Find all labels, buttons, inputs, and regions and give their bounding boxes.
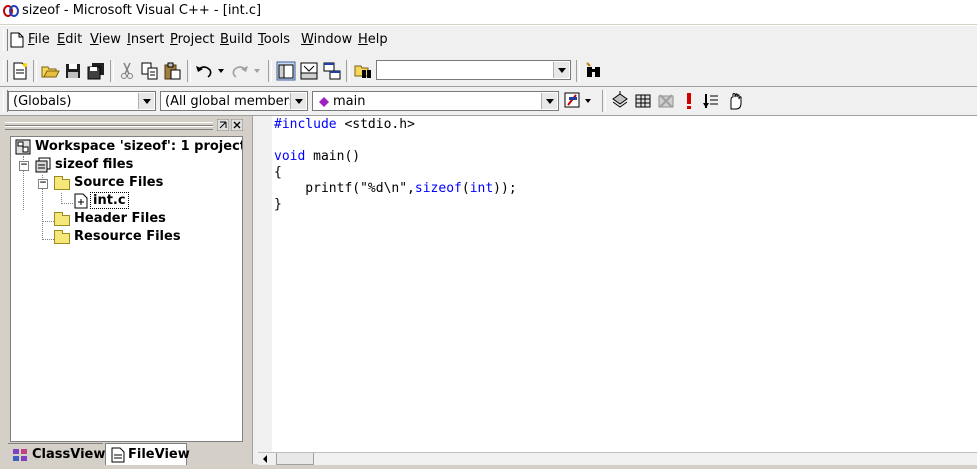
code-editor[interactable] [272, 116, 977, 452]
find-in-files-icon[interactable] [353, 61, 373, 81]
c-source-file-icon [74, 193, 88, 209]
close-icon[interactable] [231, 119, 243, 131]
menu-window[interactable]: Window [301, 32, 352, 47]
chevron-left-icon [263, 455, 267, 463]
tree-item-label: int.c [90, 192, 129, 209]
workspace-header [2, 118, 245, 132]
menu-bar: File Edit View Insert Project Build Tool… [0, 25, 977, 57]
project-icon [35, 157, 51, 173]
toolbar-separator [33, 60, 37, 82]
workspace-icon [15, 139, 31, 155]
toolbar-separator [576, 60, 580, 82]
toolbar-grip[interactable] [3, 60, 8, 82]
stop-build-icon[interactable] [656, 91, 676, 111]
open-folder-icon[interactable] [40, 61, 60, 81]
go-icon[interactable] [702, 91, 722, 111]
build-icon[interactable] [633, 91, 653, 111]
function-dropdown-arrow[interactable] [541, 93, 557, 109]
members-filter-combo[interactable]: (All global members [160, 91, 308, 111]
function-combo[interactable]: main [312, 91, 559, 111]
menu-view[interactable]: View [90, 32, 121, 47]
tree-item-label: Header Files [74, 211, 166, 226]
panel-splitter[interactable] [252, 116, 273, 464]
code-line-5[interactable]: } [274, 197, 282, 212]
menu-project[interactable]: Project [170, 32, 215, 47]
menu-file[interactable]: File [28, 32, 50, 47]
open-folder-icon [54, 176, 70, 190]
dock-toggle-icon[interactable] [217, 119, 229, 131]
collapse-icon[interactable]: − [19, 161, 29, 171]
find-combo[interactable] [376, 60, 571, 80]
code-line-1[interactable]: #include <stdio.h> [274, 117, 415, 132]
compile-icon[interactable] [610, 91, 630, 111]
toolbar-separator [346, 60, 350, 82]
document-icon[interactable] [10, 32, 24, 48]
cut-icon[interactable] [117, 61, 137, 81]
redo-icon[interactable] [230, 61, 262, 81]
method-diamond-icon [319, 97, 329, 107]
tree-line [61, 203, 73, 204]
tree-item-label: Resource Files [74, 229, 181, 244]
menu-insert[interactable]: Insert [127, 32, 164, 47]
menu-tools[interactable]: Tools [258, 32, 290, 47]
new-text-file-icon[interactable] [10, 61, 30, 81]
tab-fileview[interactable]: FileView [105, 443, 190, 465]
folder-icon [54, 230, 70, 244]
members-filter-dropdown-arrow[interactable] [290, 93, 306, 109]
toolbar-separator [187, 60, 191, 82]
toolbar-separator [602, 90, 606, 112]
tab-classview[interactable]: ClassView [8, 443, 105, 465]
class-view-icon [13, 449, 27, 461]
code-line-2[interactable]: void main() [274, 149, 360, 164]
execute-icon[interactable] [679, 91, 699, 111]
horizontal-scrollbar[interactable] [258, 452, 977, 465]
folder-icon [54, 212, 70, 226]
find-icon[interactable] [584, 61, 604, 81]
undo-icon[interactable] [194, 61, 226, 81]
window-list-icon[interactable] [322, 61, 342, 81]
menu-help[interactable]: Help [358, 32, 388, 47]
class-scope-dropdown-arrow[interactable] [138, 93, 154, 109]
workspace-toggle-icon[interactable] [276, 61, 296, 81]
scroll-left-arrow[interactable] [258, 453, 272, 465]
copy-icon[interactable] [140, 61, 160, 81]
toolbar-separator [110, 60, 114, 82]
standard-toolbar [0, 56, 977, 87]
tree-line [42, 221, 54, 222]
tree-line [42, 239, 54, 240]
breakpoint-icon[interactable] [725, 91, 745, 111]
collapse-icon[interactable]: − [38, 179, 48, 189]
tree-item-label: Workspace 'sizeof': 1 project(s [35, 139, 243, 154]
tree-item-label: sizeof files [55, 157, 134, 172]
toolbar-separator [268, 60, 272, 82]
file-view-icon [111, 447, 125, 463]
file-tree[interactable]: Workspace 'sizeof': 1 project(s − sizeof… [10, 136, 243, 442]
paste-icon[interactable] [163, 61, 183, 81]
class-scope-combo[interactable]: (Globals) [8, 91, 156, 111]
menu-edit[interactable]: Edit [57, 32, 82, 47]
wizardbar-toolbar: (Globals) (All global members main [0, 87, 977, 116]
tree-item-label: Source Files [74, 175, 164, 190]
window-title: sizeof - Microsoft Visual C++ - [int.c] [22, 3, 262, 18]
find-combo-dropdown-arrow[interactable] [553, 62, 569, 78]
scroll-thumb[interactable] [276, 453, 314, 465]
visual-cpp-infinity-icon[interactable] [3, 4, 19, 18]
menu-build[interactable]: Build [220, 32, 253, 47]
output-toggle-icon[interactable] [299, 61, 319, 81]
menubar-grip[interactable] [3, 29, 8, 51]
save-all-icon[interactable] [86, 61, 106, 81]
save-icon[interactable] [63, 61, 83, 81]
workspace-grip [5, 126, 213, 130]
wizard-action-icon[interactable] [563, 91, 597, 111]
code-line-4[interactable]: printf("%d\n",sizeof(int)); [274, 181, 516, 196]
code-line-3[interactable]: { [274, 165, 282, 180]
title-bar: sizeof - Microsoft Visual C++ - [int.c] [0, 0, 977, 24]
